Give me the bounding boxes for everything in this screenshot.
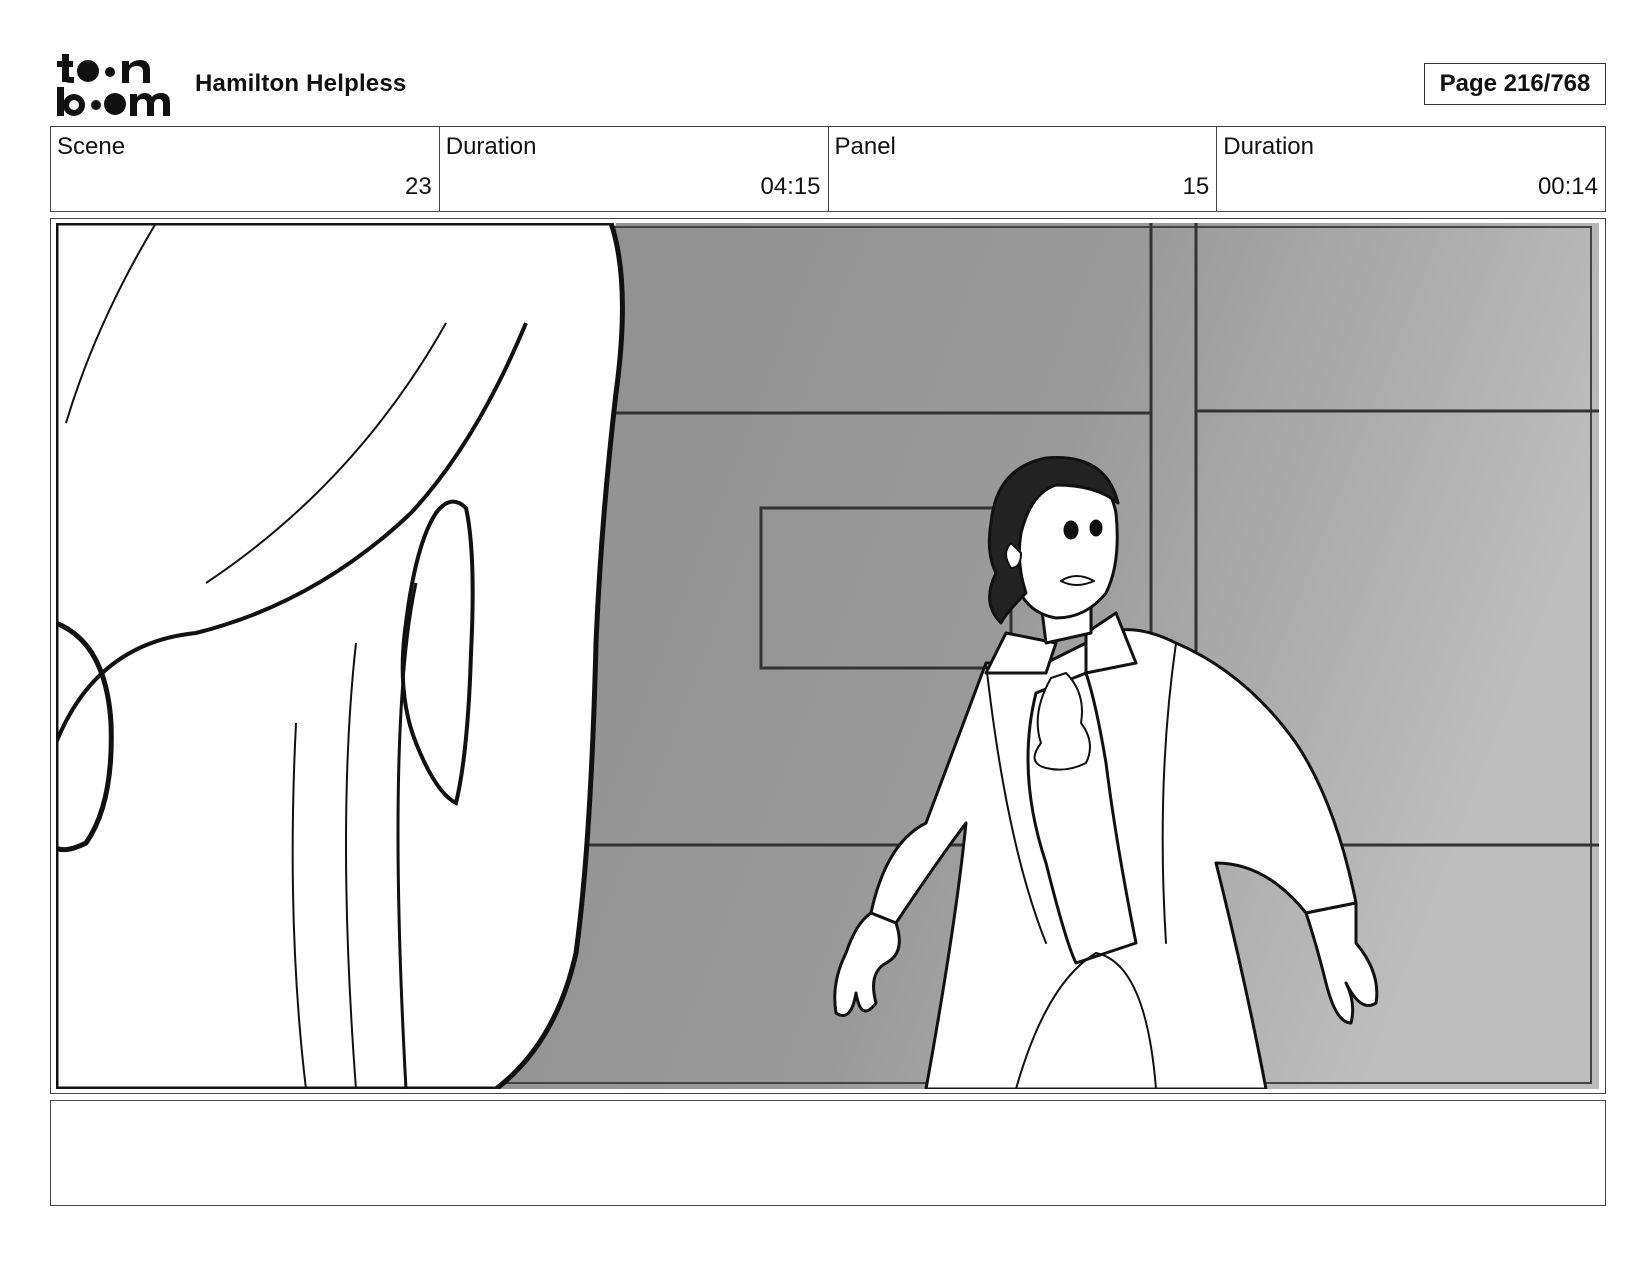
scene-info-table: Scene 23 Duration 04:15 Panel 15 Duratio… xyxy=(50,126,1606,212)
panel-value: 15 xyxy=(1182,173,1210,200)
scene-duration-label: Duration xyxy=(445,133,537,160)
toonboom-logo xyxy=(57,54,170,116)
panel-cell: Panel 15 xyxy=(829,127,1218,211)
storyboard-sketch-image xyxy=(56,223,1599,1089)
panel-notes-box xyxy=(50,1100,1606,1206)
scene-duration-cell: Duration 04:15 xyxy=(440,127,829,211)
panel-duration-cell: Duration 00:14 xyxy=(1217,127,1605,211)
storyboard-panel xyxy=(50,218,1606,1094)
panel-duration-label: Duration xyxy=(1223,133,1314,160)
scene-cell: Scene 23 xyxy=(51,127,440,211)
panel-label: Panel xyxy=(834,133,896,160)
project-title: Hamilton Helpless xyxy=(195,70,407,97)
panel-duration-value: 00:14 xyxy=(1537,173,1598,200)
scene-value: 23 xyxy=(405,173,432,200)
page-indicator: Page 216/768 xyxy=(1424,63,1606,105)
scene-duration-value: 04:15 xyxy=(760,173,821,200)
scene-label: Scene xyxy=(57,133,126,160)
